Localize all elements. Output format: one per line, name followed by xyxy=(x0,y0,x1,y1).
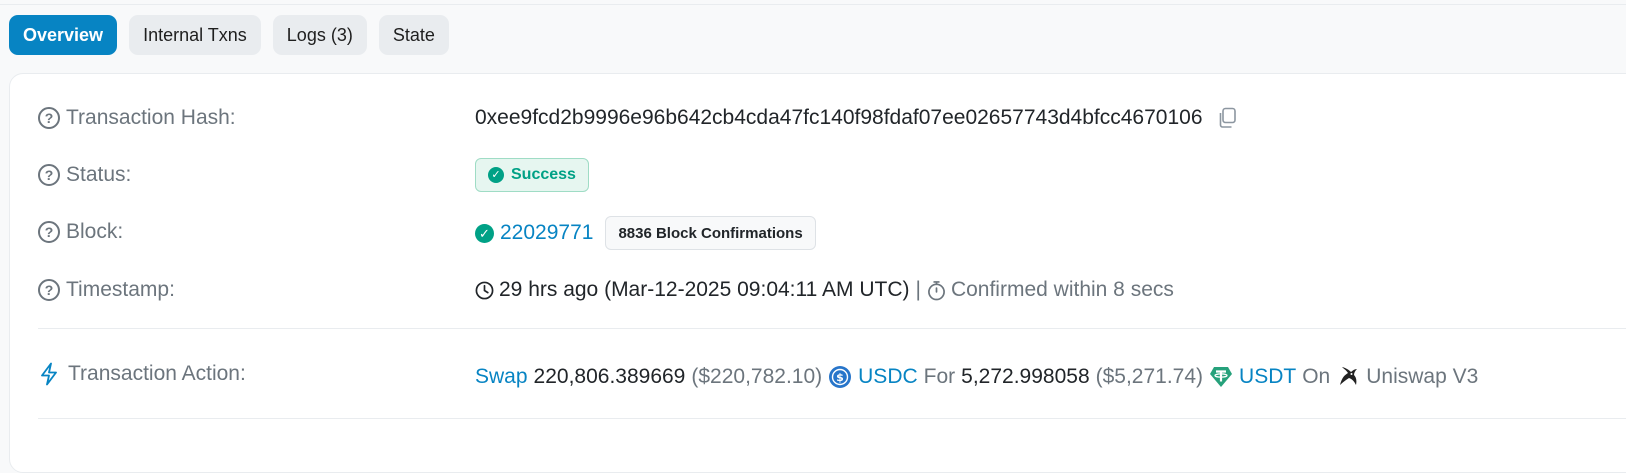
lightning-icon xyxy=(38,362,60,386)
block-label: Block: xyxy=(66,220,124,243)
section-divider xyxy=(38,418,1626,419)
status-text: Success xyxy=(511,166,576,183)
usd-in: ($220,782.10) xyxy=(691,365,823,388)
svg-text:$: $ xyxy=(836,371,844,384)
timestamp-label-row: ? Timestamp: xyxy=(38,273,458,307)
help-icon[interactable]: ? xyxy=(38,279,60,301)
status-label-row: ? Status: xyxy=(38,158,458,192)
swap-verb: Swap xyxy=(475,365,528,388)
check-circle-icon: ✓ xyxy=(475,223,494,243)
tx-action-label-row: Transaction Action: xyxy=(38,357,458,391)
tx-hash-label-row: ? Transaction Hash: xyxy=(38,101,458,135)
block-confirmations-badge: 8836 Block Confirmations xyxy=(605,216,816,250)
block-number-link[interactable]: 22029771 xyxy=(500,221,593,245)
usdc-token-icon: $ xyxy=(828,365,852,389)
token-in-link[interactable]: USDC xyxy=(858,365,918,389)
copy-icon[interactable] xyxy=(1217,107,1237,129)
block-value-row: ✓ 22029771 8836 Block Confirmations xyxy=(475,216,816,250)
usdt-token-icon xyxy=(1209,366,1233,388)
help-icon[interactable]: ? xyxy=(38,221,60,243)
on-word: On xyxy=(1302,365,1331,388)
tab-overview[interactable]: Overview xyxy=(9,15,118,55)
tab-bar: Overview Internal Txns Logs (3) State xyxy=(9,15,449,55)
help-icon[interactable]: ? xyxy=(38,164,60,186)
status-label: Status: xyxy=(66,163,132,186)
stopwatch-icon xyxy=(927,280,946,301)
dex-name: Uniswap V3 xyxy=(1366,365,1479,388)
section-divider xyxy=(38,328,1626,329)
amount-out: 5,272.998058 xyxy=(961,365,1090,388)
amount-in: 220,806.389669 xyxy=(533,365,686,388)
block-label-row: ? Block: xyxy=(38,215,458,249)
tab-state[interactable]: State xyxy=(378,15,449,55)
timestamp-separator: | xyxy=(915,278,921,301)
check-circle-icon: ✓ xyxy=(488,167,504,183)
usd-out: ($5,271.74) xyxy=(1095,365,1204,388)
tab-logs[interactable]: Logs (3) xyxy=(272,15,367,55)
timestamp-label: Timestamp: xyxy=(66,278,175,301)
timestamp-value: 29 hrs ago (Mar-12-2025 09:04:11 AM UTC) xyxy=(499,278,910,301)
tx-hash-label: Transaction Hash: xyxy=(66,106,236,129)
tx-hash-value-row: 0xee9fcd2b9996e96b642cb4cda47fc140f98fda… xyxy=(475,101,1237,135)
status-badge: ✓ Success xyxy=(475,158,589,192)
for-word: For xyxy=(923,365,956,388)
clock-icon xyxy=(475,281,494,300)
top-divider xyxy=(0,4,1626,5)
help-icon[interactable]: ? xyxy=(38,107,60,129)
tx-action-label: Transaction Action: xyxy=(68,362,246,385)
tx-action-value-row: Swap 220,806.389669 ($220,782.10) $ USDC… xyxy=(475,360,1478,394)
token-out-link[interactable]: USDT xyxy=(1239,365,1296,389)
tx-hash-value[interactable]: 0xee9fcd2b9996e96b642cb4cda47fc140f98fda… xyxy=(475,106,1203,130)
tab-internal-txns[interactable]: Internal Txns xyxy=(129,15,261,55)
confirmed-within-text: Confirmed within 8 secs xyxy=(950,278,1174,301)
uniswap-icon xyxy=(1336,365,1360,389)
timestamp-value-row: 29 hrs ago (Mar-12-2025 09:04:11 AM UTC)… xyxy=(475,273,1174,307)
status-value-row: ✓ Success xyxy=(475,158,589,192)
